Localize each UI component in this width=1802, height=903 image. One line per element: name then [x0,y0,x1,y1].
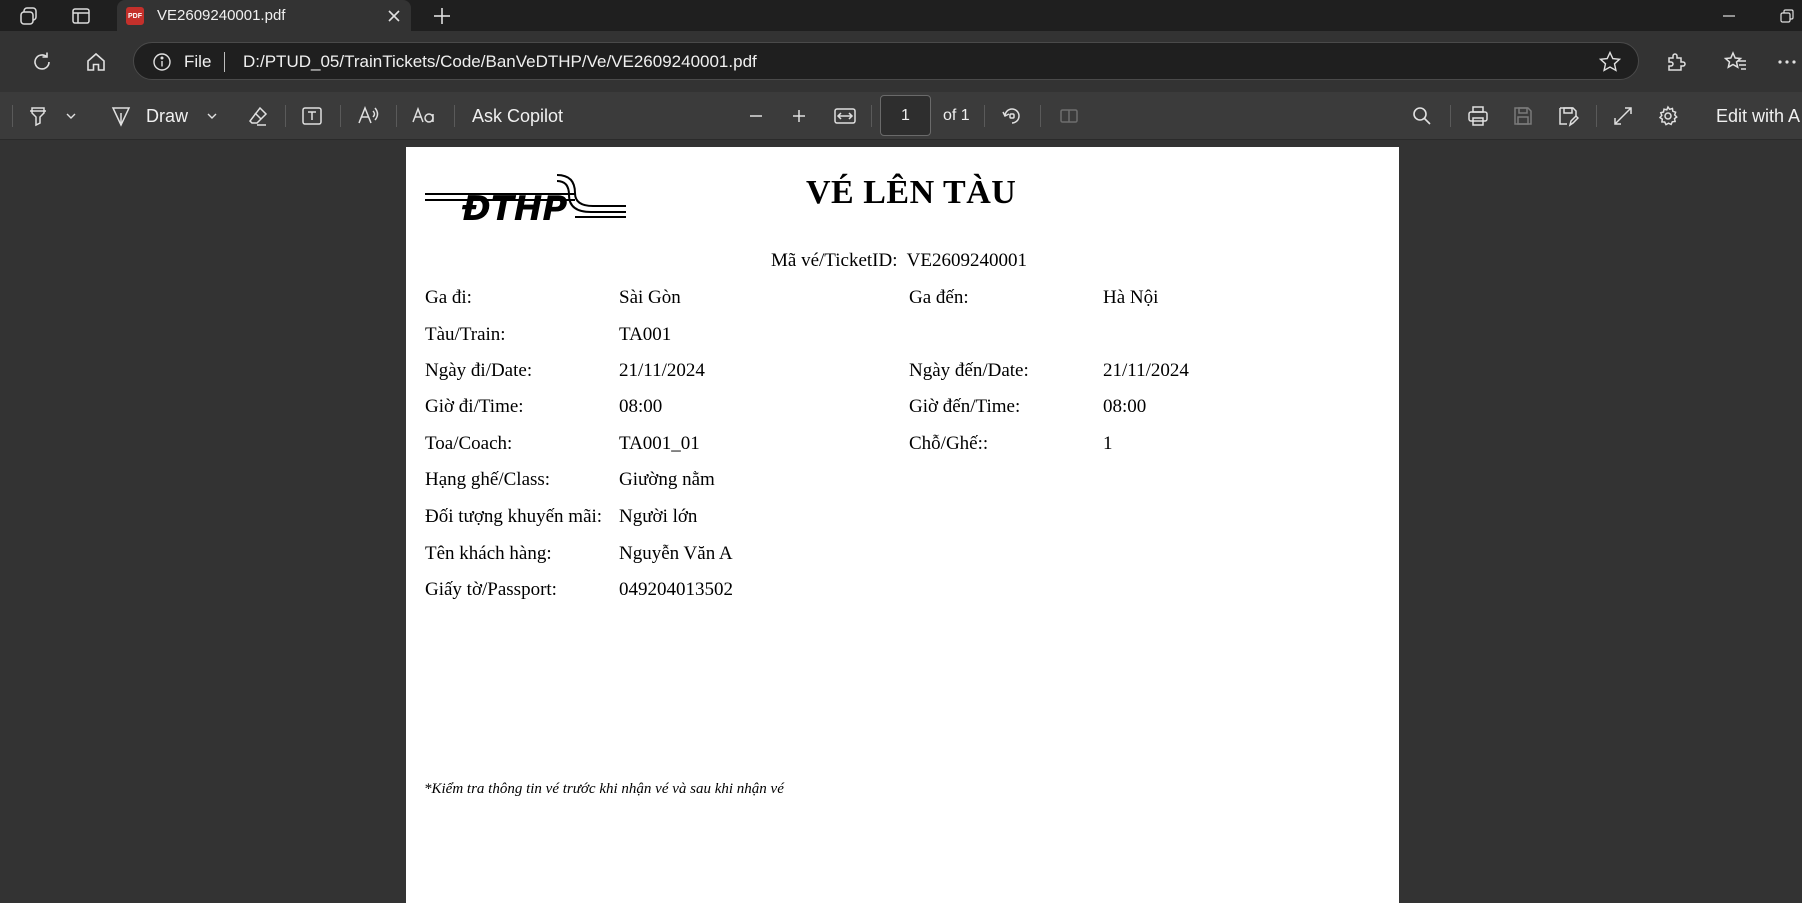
arrival-station-label: Ga đến: [909,287,969,308]
departure-date-label: Ngày đi/Date: [425,360,533,381]
pdf-viewer[interactable]: ĐTHP VÉ LÊN TÀU Mã vé/TicketID: VE260924… [0,141,1802,903]
draw-label: Draw [146,105,189,126]
draw-dropdown-chevron-icon[interactable] [204,102,220,130]
edit-with-button[interactable]: Edit with A [1716,102,1802,130]
tab-strip: PDF VE2609240001.pdf [0,0,1802,33]
ticket-note: *Kiểm tra thông tin vé trước khi nhận vé… [424,781,784,797]
departure-time-label: Giờ đi/Time: [425,396,524,417]
read-aloud-icon [358,105,379,124]
toolbar-divider [984,105,985,127]
ticket-id-value: VE2609240001 [906,250,1027,271]
seat-label: Chỗ/Ghế:: [909,433,989,454]
ask-copilot-button[interactable]: Ask Copilot [472,102,582,130]
ticket-id-line: Mã vé/TicketID: VE2609240001 [771,250,1027,272]
toolbar-divider [396,105,397,127]
translate-button[interactable] [410,102,438,130]
text-box-icon [302,107,322,125]
departure-station-value: Sài Gòn [619,287,681,308]
rotate-icon[interactable] [999,102,1025,130]
tab-close-icon[interactable] [383,5,405,27]
zoom-out-icon[interactable] [744,102,768,130]
zoom-in-icon[interactable] [787,102,811,130]
arrival-time-value: 08:00 [1103,396,1147,417]
seat-class-value: Giường nằm [619,469,715,490]
toolbar-divider [12,105,13,127]
tab-title: VE2609240001.pdf [157,7,286,24]
navigation-bar: File D:/PTUD_05/TrainTickets/Code/BanVeD… [0,31,1802,92]
toolbar-divider [454,105,455,127]
eraser-icon [249,106,268,126]
toolbar-divider [1596,105,1597,127]
page-number-input[interactable]: 1 [880,95,931,136]
coach-label: Toa/Coach: [425,433,513,454]
scheme-label: File [184,52,212,71]
favorite-star-icon[interactable] [1598,50,1622,74]
add-text-button[interactable] [299,102,325,130]
print-icon[interactable] [1465,102,1491,130]
logo-text: ĐTHP [461,189,567,227]
read-aloud-button[interactable] [356,102,382,130]
more-options-icon[interactable] [1772,47,1802,77]
url-text[interactable]: D:/PTUD_05/TrainTickets/Code/BanVeDTHP/V… [243,52,757,72]
coach-value: TA001_01 [619,433,700,454]
extensions-icon[interactable] [1661,47,1691,77]
seat-class-label: Hạng ghế/Class: [425,469,551,490]
customer-name-value: Nguyễn Văn A [619,543,733,564]
toolbar-divider [285,105,286,127]
search-icon[interactable] [1409,102,1435,130]
toolbar-divider [1040,105,1041,127]
edit-with-label: Edit with A [1716,105,1801,126]
tab-active-pdf[interactable]: PDF VE2609240001.pdf [117,0,411,33]
save-as-icon[interactable] [1555,102,1581,130]
company-logo: ĐTHP [425,165,631,227]
toolbar-divider [340,105,341,127]
tab-actions-icon[interactable] [69,4,93,28]
page-view-icon[interactable] [1056,102,1082,130]
customer-name-label: Tên khách hàng: [425,543,552,564]
restore-icon[interactable] [1774,3,1800,29]
highlight-button[interactable] [26,102,50,130]
arrival-time-label: Giờ đến/Time: [909,396,1021,417]
minimize-icon[interactable] [1716,3,1742,29]
toolbar-divider [871,105,872,127]
ticket-id-label: Mã vé/TicketID: [771,250,898,271]
departure-time-value: 08:00 [619,396,663,417]
draw-button[interactable]: Draw [110,102,190,130]
promotion-value: Người lớn [619,506,698,527]
settings-gear-icon[interactable] [1655,102,1681,130]
address-bar[interactable]: File D:/PTUD_05/TrainTickets/Code/BanVeD… [133,42,1639,80]
page-total-label: of 1 [943,107,970,124]
refresh-icon[interactable] [27,47,57,77]
passport-label: Giấy tờ/Passport: [425,579,557,600]
departure-station-label: Ga đi: [425,287,472,308]
save-icon[interactable] [1510,102,1536,130]
pdf-toolbar: Draw Ask Copilot 1 of 1 Edit with A [0,92,1802,140]
arrival-station-value: Hà Nội [1103,287,1159,308]
arrival-date-label: Ngày đến/Date: [909,360,1029,381]
promotion-label: Đối tượng khuyến mãi: [425,506,603,527]
site-info-icon[interactable] [152,52,172,72]
home-icon[interactable] [81,47,111,77]
departure-date-value: 21/11/2024 [619,360,705,381]
translate-icon [412,106,434,123]
favorites-icon[interactable] [1721,47,1751,77]
toolbar-divider [1450,105,1451,127]
pdf-file-icon: PDF [126,7,144,25]
draw-pen-icon [111,107,131,127]
passport-value: 049204013502 [619,579,733,600]
arrival-date-value: 21/11/2024 [1103,360,1189,381]
ticket-title: VÉ LÊN TÀU [806,174,1017,211]
address-separator [224,52,225,72]
train-value: TA001 [619,324,672,345]
ask-copilot-label: Ask Copilot [472,105,564,126]
seat-value: 1 [1103,433,1113,454]
fit-width-icon[interactable] [832,102,858,130]
workspaces-icon[interactable] [17,4,41,28]
new-tab-icon[interactable] [430,4,454,28]
fullscreen-icon[interactable] [1610,102,1636,130]
highlight-dropdown-chevron-icon[interactable] [63,102,79,130]
pdf-page: ĐTHP VÉ LÊN TÀU Mã vé/TicketID: VE260924… [406,147,1399,903]
erase-button[interactable] [245,102,271,130]
train-label: Tàu/Train: [425,324,506,345]
